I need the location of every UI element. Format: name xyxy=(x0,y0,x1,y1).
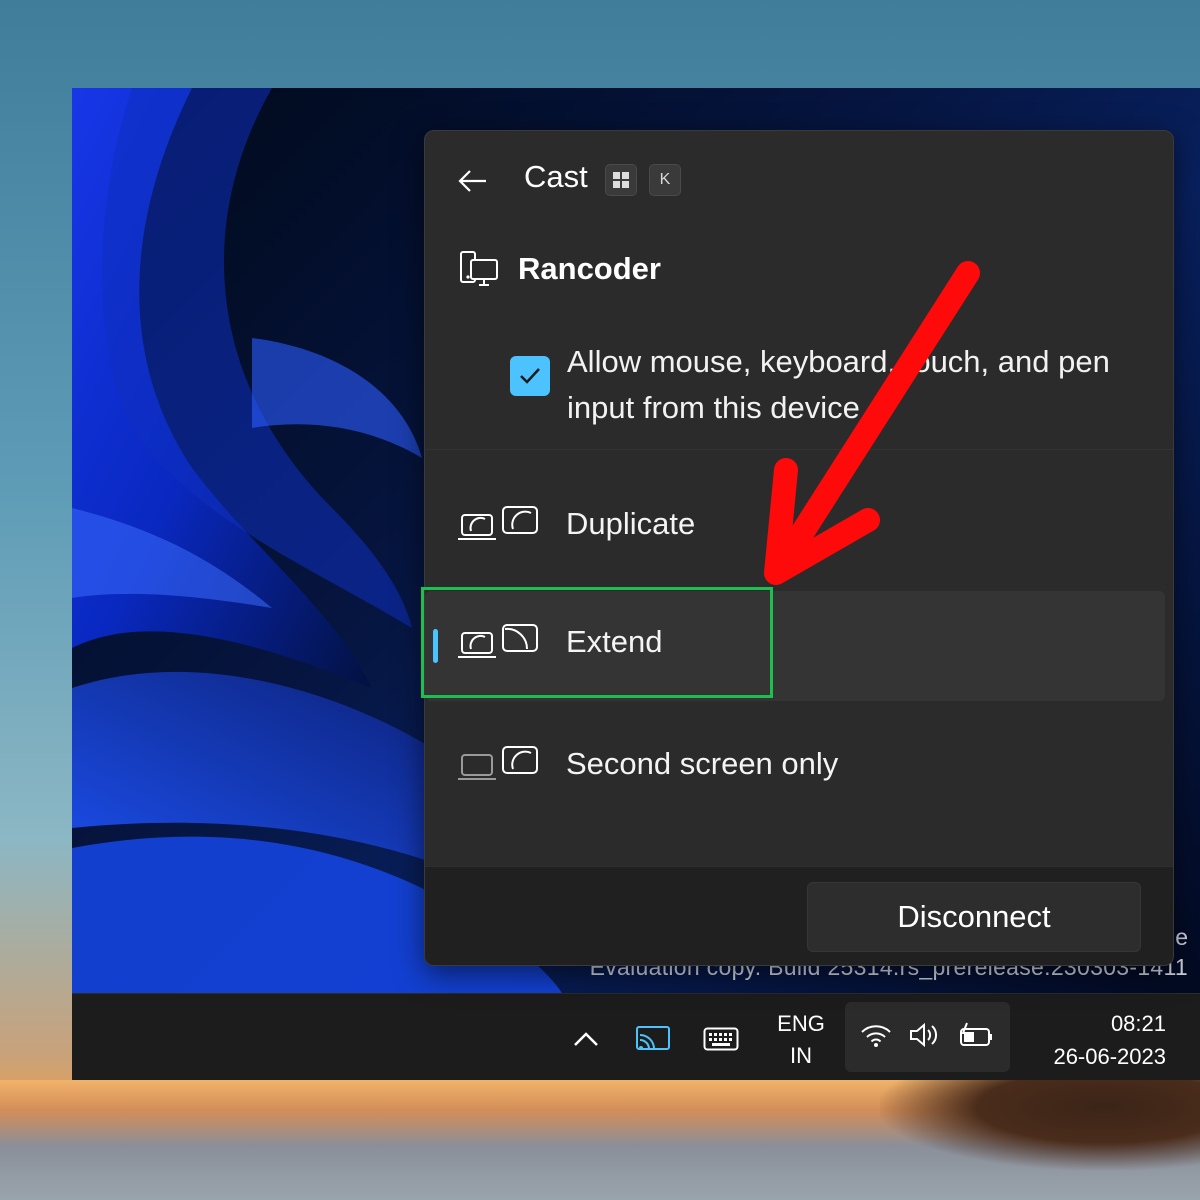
connected-device-icon xyxy=(458,249,500,291)
wifi-icon xyxy=(859,1021,893,1054)
battery-icon xyxy=(958,1021,996,1054)
language-region: IN xyxy=(790,1043,812,1068)
cast-icon[interactable] xyxy=(632,1022,674,1056)
volume-icon xyxy=(908,1021,942,1054)
second-screen-only-icon xyxy=(457,745,543,787)
duplicate-display-icon xyxy=(457,505,543,547)
quick-settings-tray[interactable] xyxy=(845,1002,1010,1072)
mode-option-second-screen-only[interactable]: Second screen only xyxy=(425,713,1165,823)
disconnect-button[interactable]: Disconnect xyxy=(807,882,1141,952)
device-name: Rancoder xyxy=(518,251,661,286)
checkmark-icon xyxy=(520,368,540,384)
k-key-badge: K xyxy=(649,164,681,196)
background-rock xyxy=(880,1080,1200,1170)
extend-highlight-box xyxy=(421,587,773,698)
panel-title: Cast xyxy=(524,159,588,194)
allow-input-checkbox[interactable] xyxy=(510,356,550,396)
taskbar: ENG IN 08:21 26-06-2023 xyxy=(72,993,1200,1080)
panel-header: Cast K xyxy=(425,131,1173,231)
language-code: ENG xyxy=(777,1011,825,1036)
chevron-up-icon[interactable] xyxy=(566,1022,606,1056)
language-indicator[interactable]: ENG IN xyxy=(766,1010,836,1070)
windows-key-badge xyxy=(605,164,637,196)
clock-date: 26-06-2023 xyxy=(1053,1044,1166,1069)
mode-label-duplicate: Duplicate xyxy=(566,506,696,541)
mode-label-second-screen-only: Second screen only xyxy=(566,746,839,781)
clock[interactable]: 08:21 26-06-2023 xyxy=(1016,1010,1166,1070)
annotation-arrow xyxy=(764,261,980,585)
back-arrow-icon[interactable] xyxy=(455,163,491,199)
windows-logo-icon xyxy=(613,172,629,188)
panel-footer: Disconnect xyxy=(425,866,1173,965)
touch-keyboard-icon[interactable] xyxy=(700,1022,742,1056)
clock-time: 08:21 xyxy=(1110,1011,1166,1036)
